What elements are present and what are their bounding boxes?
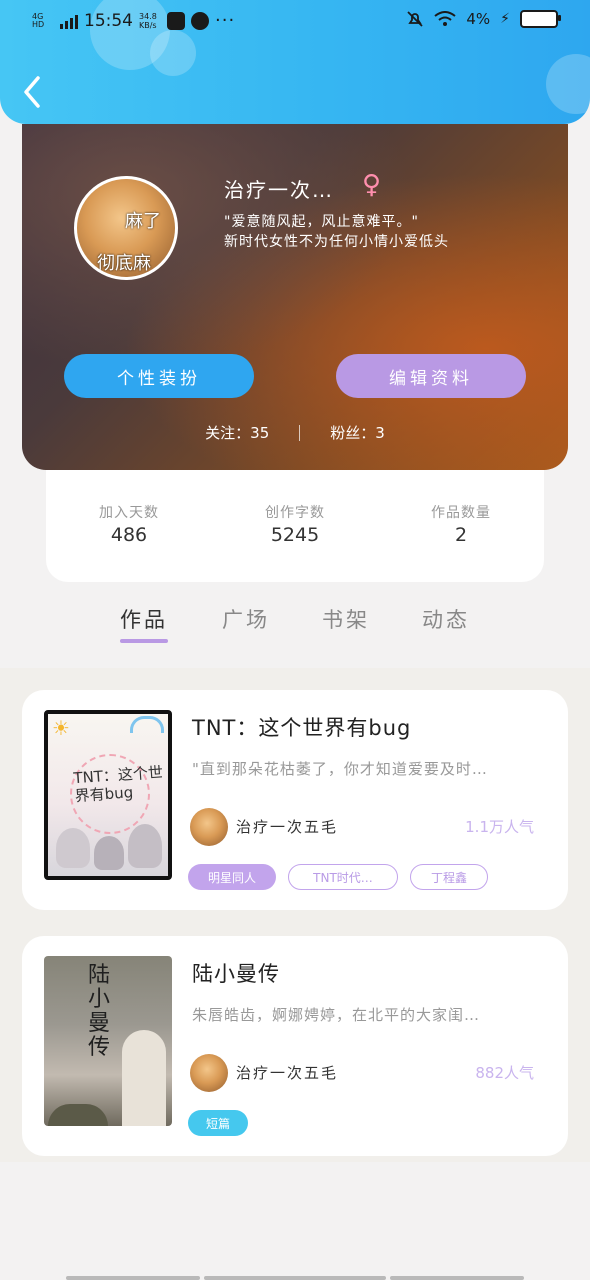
tab-activity[interactable]: 动态 <box>422 604 470 634</box>
rainbow-icon <box>130 716 164 733</box>
cover-trees <box>48 1104 108 1126</box>
popularity-count: 1.1万人气 <box>465 818 534 836</box>
clock: 15:54 <box>84 10 133 31</box>
stat-label: 加入天数 <box>99 505 159 521</box>
work-title[interactable]: TNT：这个世界有bug <box>192 712 411 742</box>
network-speed: 34.8 KB/s <box>139 11 157 30</box>
cover-title: TNT：这个世界有bug <box>72 763 164 806</box>
nav-hint-bar <box>204 1276 386 1280</box>
work-card[interactable]: 陆小曼传 陆小曼传 朱唇皓齿，婀娜娉婷，在北平的大家闺… 治疗一次五毛 882人… <box>22 936 568 1156</box>
follow-stats: 关注：35 粉丝：3 <box>22 422 568 443</box>
more-notifications-icon: ··· <box>215 10 236 31</box>
author-avatar <box>190 1054 228 1092</box>
tag[interactable]: 短篇 <box>188 1110 248 1136</box>
edit-profile-button[interactable]: 编辑资料 <box>336 354 526 398</box>
mute-bell-icon <box>407 11 423 27</box>
stat-word-count: 创作字数 5245 <box>212 502 378 546</box>
work-card[interactable]: ☀ TNT：这个世界有bug TNT：这个世界有bug "直到那朵花枯萎了，你才… <box>22 690 568 910</box>
bio-line-1: "爱意随风起，风止意难平。" <box>224 214 419 230</box>
divider <box>299 424 301 441</box>
tag[interactable]: 丁程鑫 <box>410 864 488 890</box>
stat-label: 作品数量 <box>431 505 491 521</box>
stat-join-days: 加入天数 486 <box>46 502 212 546</box>
tab-bookshelf[interactable]: 书架 <box>322 604 370 634</box>
work-description: 朱唇皓齿，婀娜娉婷，在北平的大家闺… <box>192 1006 481 1024</box>
battery-percent: 4% <box>466 10 491 28</box>
chevron-left-icon <box>24 76 40 108</box>
book-cover[interactable]: ☀ TNT：这个世界有bug <box>44 710 172 880</box>
cover-figure <box>128 824 162 868</box>
work-description: "直到那朵花枯萎了，你才知道爱要及时… <box>192 760 488 778</box>
app-notification-icon <box>167 11 185 30</box>
back-button[interactable] <box>18 74 48 110</box>
tab-square[interactable]: 广场 <box>222 604 270 634</box>
author-name: 治疗一次五毛 <box>236 1064 339 1082</box>
avatar-caption-top: 麻了 <box>125 211 161 232</box>
following-count[interactable]: 关注：35 <box>205 422 269 443</box>
cover-title: 陆小曼传 <box>88 963 111 1060</box>
charging-icon: ⚡ <box>500 11 510 27</box>
stat-value: 486 <box>110 524 148 546</box>
stat-label: 创作字数 <box>265 505 325 521</box>
bio-line-2: 新时代女性不为任何小情小爱低头 <box>224 234 449 250</box>
avatar-caption-bottom: 彻底麻 <box>97 253 151 274</box>
author-name: 治疗一次五毛 <box>236 818 339 836</box>
work-title[interactable]: 陆小曼传 <box>192 958 280 988</box>
popularity-count: 882人气 <box>475 1064 534 1082</box>
followers-count[interactable]: 粉丝：3 <box>330 422 385 443</box>
stat-value: 2 <box>454 524 468 546</box>
tab-bar: 作品 广场 书架 动态 <box>0 596 590 656</box>
female-icon: ♀ <box>362 170 382 200</box>
wifi-icon <box>434 11 456 26</box>
decor-bubble <box>546 54 590 114</box>
network-type: 4G HD <box>32 11 45 29</box>
works-list: ☀ TNT：这个世界有bug TNT：这个世界有bug "直到那朵花枯萎了，你才… <box>0 668 590 1162</box>
profile-bio: "爱意随风起，风止意难平。" 新时代女性不为任何小情小爱低头 <box>224 212 449 252</box>
tag[interactable]: 明星同人 <box>188 864 276 890</box>
author-avatar <box>190 808 228 846</box>
sun-icon: ☀ <box>52 716 70 740</box>
nav-hint-bar <box>66 1276 200 1280</box>
status-bar: 4G HD 15:54 34.8 KB/s ··· 4% ⚡ <box>0 0 590 46</box>
tab-works[interactable]: 作品 <box>120 604 168 634</box>
globe-icon <box>191 11 209 30</box>
tag[interactable]: TNT时代… <box>288 864 398 890</box>
cover-figure <box>94 836 124 870</box>
nav-hint-bar <box>390 1276 524 1280</box>
book-cover[interactable]: 陆小曼传 <box>44 956 172 1126</box>
stat-work-count: 作品数量 2 <box>378 502 544 546</box>
profile-name: 治疗一次… <box>224 178 334 202</box>
active-tab-indicator <box>120 639 168 643</box>
cover-figure <box>56 828 90 868</box>
battery-icon <box>520 10 561 28</box>
outfit-button[interactable]: 个性装扮 <box>64 354 254 398</box>
signal-icon <box>60 13 78 29</box>
avatar[interactable]: 麻了 彻底麻 <box>74 176 178 280</box>
stat-value: 5245 <box>270 524 320 546</box>
cover-figure <box>122 1030 166 1126</box>
profile-card: 麻了 彻底麻 治疗一次… ♀ "爱意随风起，风止意难平。" 新时代女性不为任何小… <box>22 124 568 470</box>
